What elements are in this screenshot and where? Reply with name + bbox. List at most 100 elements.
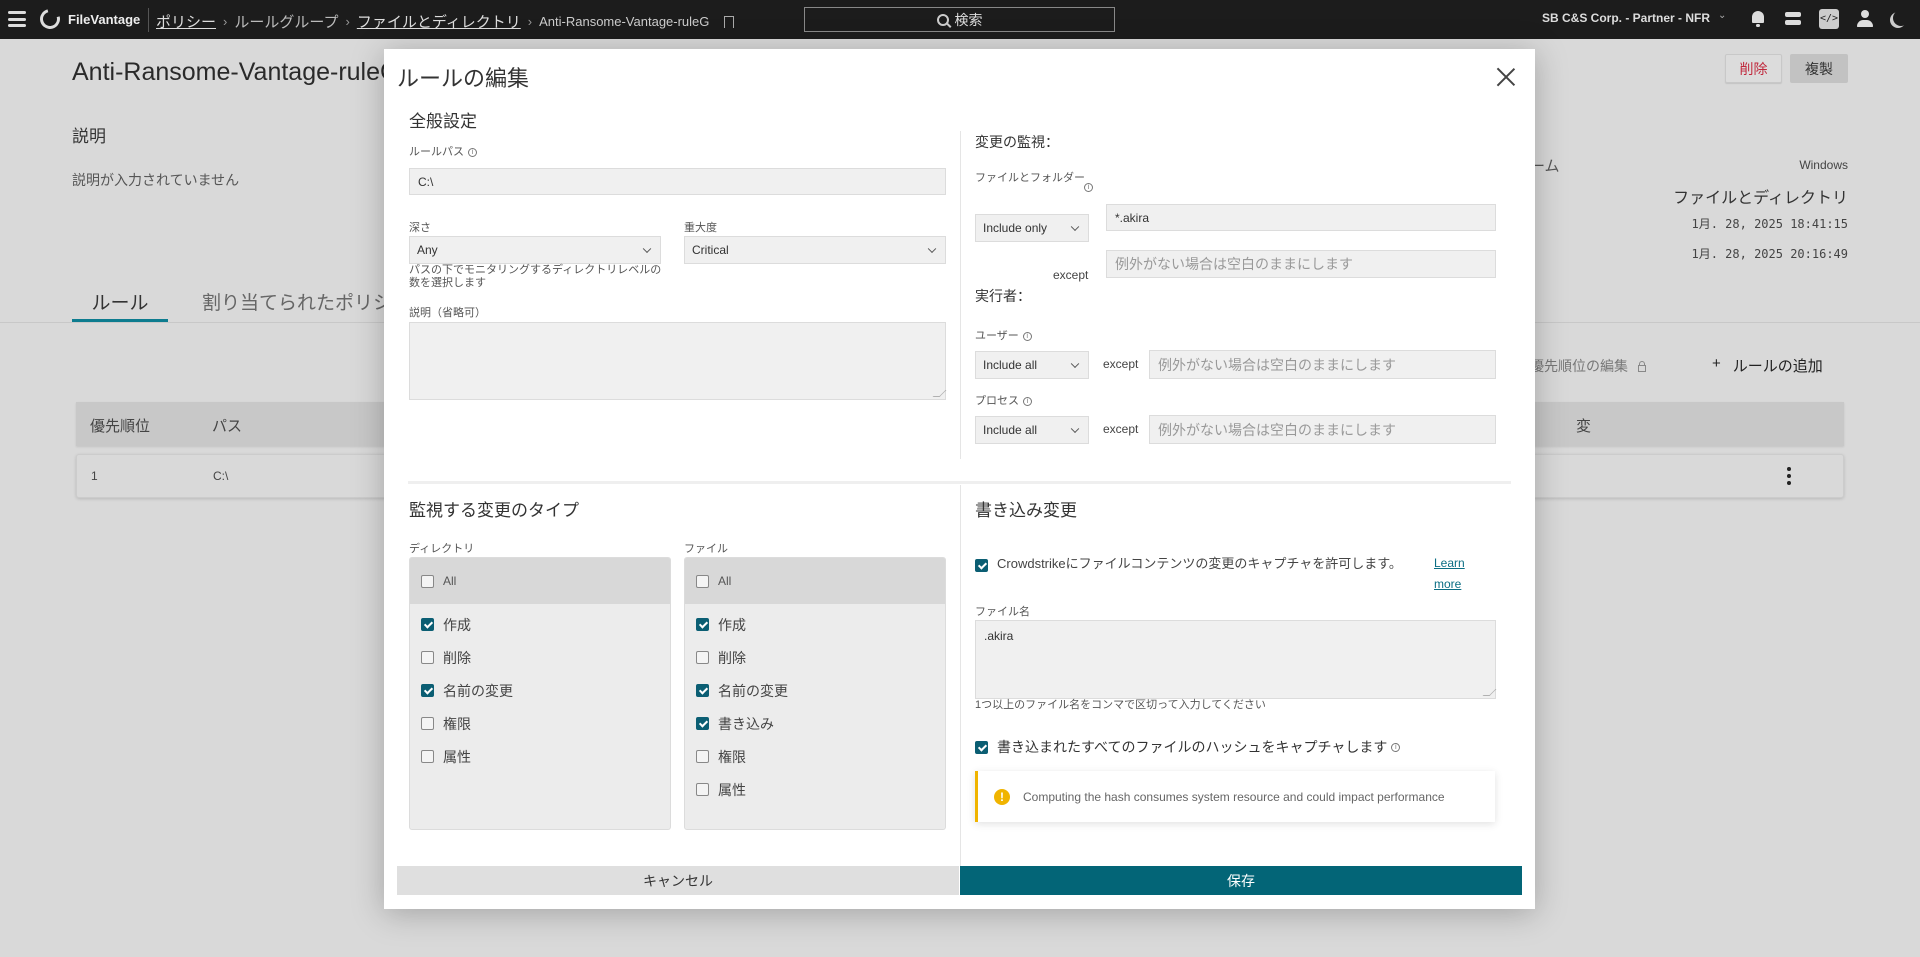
actor-heading: 実行者：	[975, 288, 1031, 304]
bookmark-icon[interactable]	[724, 15, 735, 28]
app-name: FileVantage	[68, 12, 141, 27]
file-all-checkbox[interactable]: All	[685, 558, 945, 604]
file-rename-checkbox[interactable]: 名前の変更	[685, 674, 945, 707]
resize-handle-icon[interactable]	[932, 390, 947, 397]
capture-hash-checkbox[interactable]: 書き込まれたすべてのファイルのハッシュをキャプチャします i	[975, 737, 1401, 757]
learn-more-link[interactable]: Learn more	[1434, 553, 1465, 595]
directory-create-checkbox[interactable]: 作成	[410, 608, 670, 641]
checkbox-icon	[696, 783, 709, 796]
info-icon[interactable]: i	[1022, 331, 1032, 341]
delete-button[interactable]: 削除	[1725, 54, 1782, 83]
breadcrumb-files-directories[interactable]: ファイルとディレクトリ	[357, 11, 521, 32]
checkbox-label: 権限	[443, 715, 471, 732]
add-rule-button[interactable]: + ルールの追加	[1712, 355, 1823, 376]
process-except-input[interactable]: 例外がない場合は空白のままにします	[1149, 415, 1496, 444]
search-button[interactable]: 検索	[804, 7, 1115, 32]
hamburger-menu-icon[interactable]	[8, 11, 26, 27]
chat-icon[interactable]	[1783, 9, 1803, 29]
chevron-down-icon	[1070, 424, 1080, 434]
user-except-input[interactable]: 例外がない場合は空白のままにします	[1149, 350, 1496, 379]
save-button[interactable]: 保存	[960, 866, 1522, 895]
user-label-text: ユーザー	[975, 330, 1019, 342]
file-name-value: .akira	[984, 629, 1014, 643]
checkbox-label: 書き込み	[718, 715, 774, 732]
info-icon[interactable]: i	[1023, 396, 1032, 406]
row-priority: 1	[91, 469, 98, 483]
files-folders-mode-select[interactable]: Include only	[975, 214, 1089, 242]
checkbox-label: 削除	[718, 649, 746, 666]
breadcrumb-current: Anti-Ransome-Vantage-ruleG	[539, 14, 710, 29]
checkbox-icon	[421, 717, 434, 730]
checkbox-checked-icon	[696, 717, 709, 730]
close-icon[interactable]	[1496, 67, 1516, 87]
user-mode-select[interactable]: Include all	[975, 351, 1089, 379]
description-textarea[interactable]	[409, 322, 947, 400]
page-title: Anti-Ransome-Vantage-ruleG	[72, 58, 400, 86]
file-create-checkbox[interactable]: 作成	[685, 608, 945, 641]
file-delete-checkbox[interactable]: 削除	[685, 641, 945, 674]
severity-select[interactable]: Critical	[684, 236, 946, 264]
process-mode: Include all	[983, 423, 1038, 437]
file-name-label: ファイル名	[975, 606, 1030, 618]
modified-date: 1月. 28, 2025 20:16:49	[1691, 247, 1849, 261]
lock-icon	[1638, 360, 1646, 372]
user-mode: Include all	[983, 358, 1038, 372]
file-write-checkbox[interactable]: 書き込み	[685, 707, 945, 740]
filevantage-logo-icon	[36, 5, 64, 33]
created-date: 1月. 28, 2025 18:41:15	[1691, 217, 1849, 231]
code-icon[interactable]: </>	[1819, 9, 1839, 29]
checkbox-label: All	[718, 574, 732, 588]
dialog-title: ルールの編集	[397, 66, 530, 91]
learn-more-line1: Learn	[1434, 556, 1465, 570]
depth-select[interactable]: Any	[409, 236, 661, 264]
more-options-icon[interactable]	[1787, 467, 1791, 485]
directory-all-checkbox[interactable]: All	[410, 558, 670, 604]
checkbox-icon	[421, 574, 434, 588]
file-name-textarea[interactable]: .akira	[975, 620, 1497, 699]
resize-handle-icon[interactable]	[1482, 689, 1497, 696]
files-folders-except-input[interactable]: 例外がない場合は空白のままにします	[1106, 250, 1496, 278]
checkbox-checked-icon	[975, 559, 988, 572]
type-value: ファイルとディレクトリ	[1673, 190, 1848, 207]
process-mode-select[interactable]: Include all	[975, 416, 1089, 444]
section-divider	[408, 481, 1511, 484]
chevron-down-icon[interactable]: ⌄	[1718, 10, 1726, 21]
directory-delete-checkbox[interactable]: 削除	[410, 641, 670, 674]
cancel-button[interactable]: キャンセル	[397, 866, 959, 895]
info-icon[interactable]: i	[468, 147, 477, 157]
file-permissions-checkbox[interactable]: 権限	[685, 740, 945, 773]
info-icon[interactable]: i	[1084, 183, 1093, 192]
clone-button[interactable]: 複製	[1790, 54, 1848, 83]
except-label: except	[1103, 422, 1139, 436]
severity-label: 重大度	[684, 222, 717, 234]
depth-help-text: パスの下でモニタリングするディレクトリレベルの数を選択します	[409, 264, 662, 289]
warning-text: Computing the hash consumes system resou…	[1023, 789, 1445, 804]
user-icon[interactable]	[1855, 9, 1875, 29]
chevron-down-icon	[1070, 359, 1080, 369]
checkbox-icon	[696, 651, 709, 664]
directory-attributes-checkbox[interactable]: 属性	[410, 740, 670, 773]
info-icon[interactable]: i	[1391, 742, 1401, 752]
files-folders-input[interactable]: *.akira	[1106, 204, 1496, 231]
process-label: プロセス i	[975, 392, 1032, 408]
divider	[148, 8, 149, 32]
directory-rename-checkbox[interactable]: 名前の変更	[410, 674, 670, 707]
allow-capture-checkbox[interactable]: Crowdstrikeにファイルコンテンツの変更のキャプチャを許可します。	[975, 556, 1415, 572]
tab-rules[interactable]: ルール	[72, 288, 168, 322]
watch-changes-heading: 変更の監視：	[975, 134, 1059, 150]
description-label: 説明（省略可）	[409, 307, 486, 319]
tab-assigned-policies[interactable]: 割り当てられたポリシー	[202, 288, 411, 315]
checkbox-icon	[696, 750, 709, 763]
org-switcher[interactable]: SB C&S Corp. - Partner - NFR	[1542, 11, 1710, 25]
edit-priority-button[interactable]: 優先順位の編集	[1530, 356, 1646, 376]
breadcrumb-separator: ›	[223, 14, 228, 29]
chevron-down-icon	[927, 244, 937, 254]
breadcrumb-policy[interactable]: ポリシー	[156, 11, 216, 32]
checkbox-label: All	[443, 574, 457, 588]
file-attributes-checkbox[interactable]: 属性	[685, 773, 945, 806]
rule-path-input[interactable]: C:\	[409, 168, 946, 195]
moon-icon[interactable]	[1890, 9, 1910, 29]
bell-icon[interactable]	[1748, 9, 1768, 29]
directory-permissions-checkbox[interactable]: 権限	[410, 707, 670, 740]
description-heading: 説明	[72, 127, 106, 146]
